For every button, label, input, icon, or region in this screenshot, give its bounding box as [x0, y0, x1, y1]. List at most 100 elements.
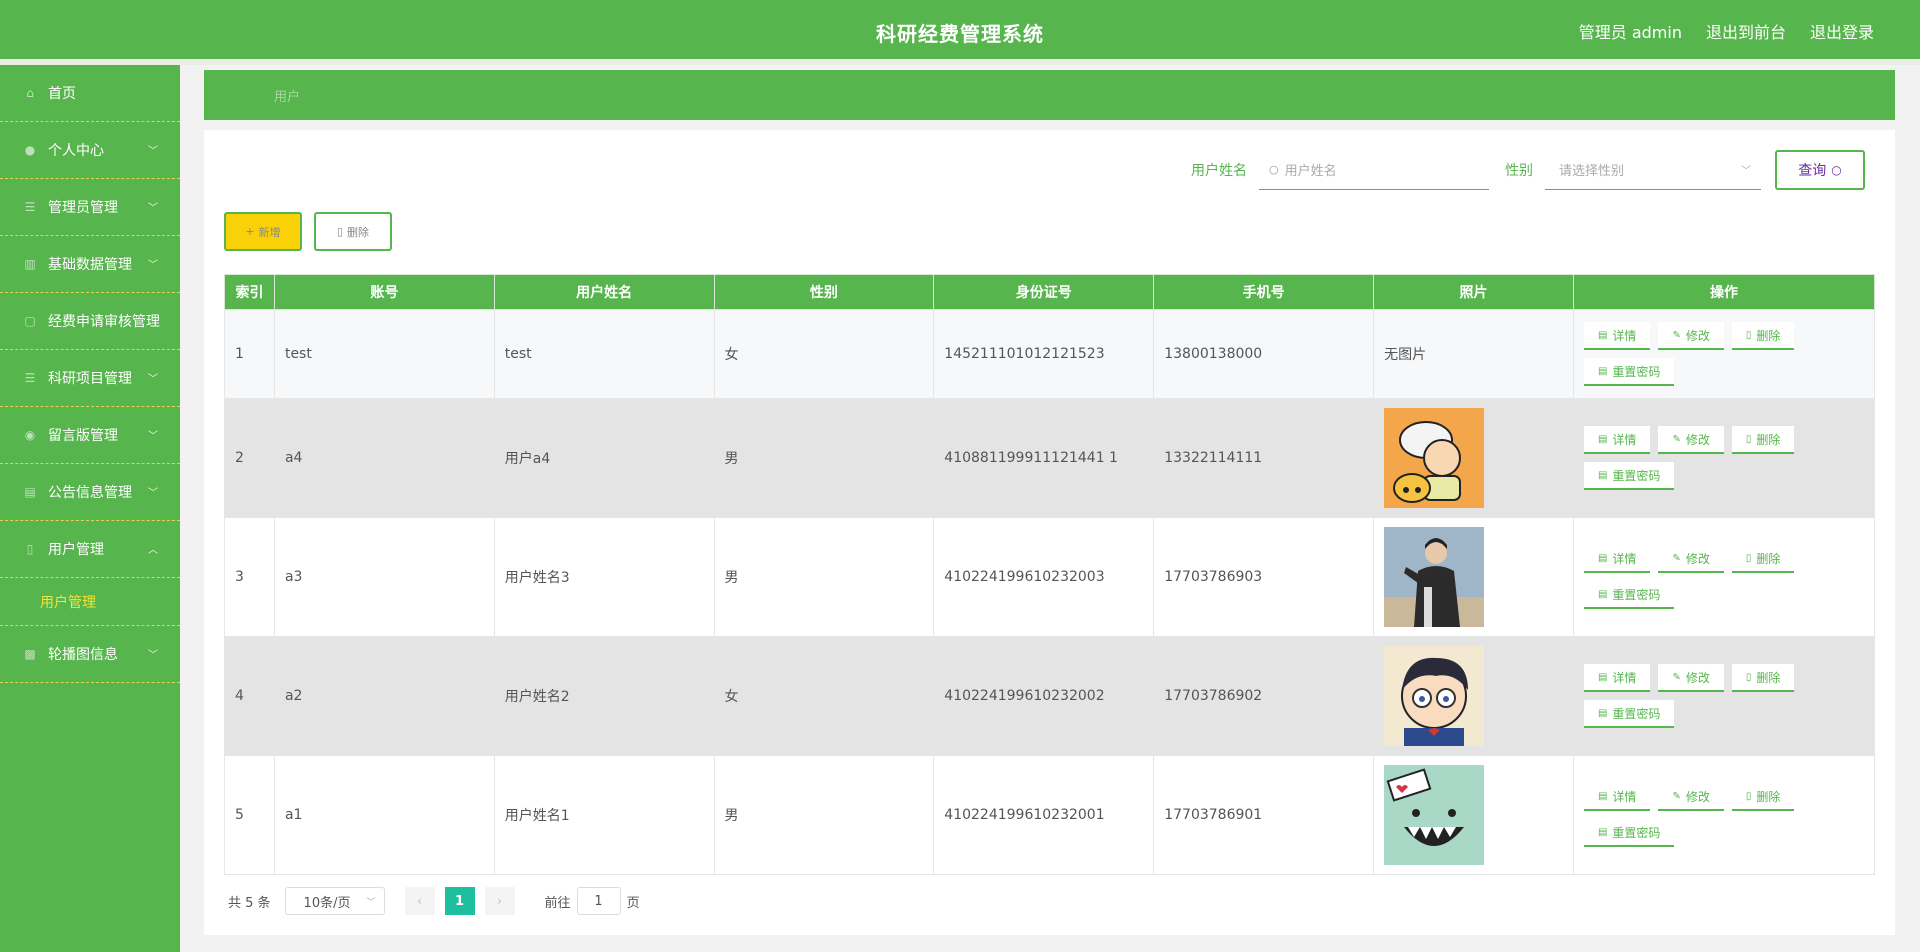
chevron-down-icon: ﹀: [148, 146, 158, 157]
detail-button-label: 详情: [1612, 551, 1637, 566]
sidebar-item-label: 管理员管理: [48, 200, 118, 216]
query-button[interactable]: 查询 ○: [1775, 150, 1865, 190]
cartoon-boy-photo[interactable]: [1384, 408, 1485, 508]
sidebar-item-label: 经费申请审核管理: [48, 314, 160, 330]
sidebar-item-user-management[interactable]: ▯ 用户管理 ︿: [0, 521, 180, 578]
reset-password-button-label: 重置密码: [1612, 468, 1661, 483]
query-button-label: 查询: [1798, 163, 1827, 179]
prev-page-button[interactable]: ‹: [404, 887, 435, 915]
sidebar-item-personal-center[interactable]: ● 个人中心 ﹀: [0, 122, 180, 179]
edit-button[interactable]: ✎ 修改: [1658, 664, 1724, 692]
admin-user-label[interactable]: 管理员 admin: [1579, 19, 1682, 43]
sidebar-item-research-projects[interactable]: ☰ 科研项目管理 ﹀: [0, 350, 180, 407]
name-search-input[interactable]: ○ 用户姓名: [1259, 150, 1489, 190]
detail-button[interactable]: ▤ 详情: [1583, 426, 1651, 454]
cell-actions: ▤ 详情 ✎ 修改 ▯ 删除 ▤ 重置密码: [1572, 636, 1876, 756]
doc-icon: ▤: [1597, 826, 1608, 838]
sidebar-item-home[interactable]: ⌂ 首页: [0, 65, 180, 122]
logout-link[interactable]: 退出登录: [1810, 19, 1874, 43]
delete-button-label: 删除: [347, 225, 370, 239]
row-actions: ▤ 详情 ✎ 修改 ▯ 删除 ▤ 重置密码: [1583, 783, 1824, 847]
cell-index: 3: [224, 517, 275, 637]
chevron-down-icon: ﹀: [148, 650, 158, 661]
sidebar-subitem-user-management[interactable]: 用户管理: [0, 578, 180, 626]
page-number-current[interactable]: 1: [444, 887, 475, 915]
row-delete-button-label: 删除: [1756, 432, 1781, 447]
pencil-icon: ✎: [1672, 790, 1681, 802]
sidebar-item-message-board[interactable]: ◉ 留言版管理 ﹀: [0, 407, 180, 464]
delete-button[interactable]: ▯ 删除: [314, 212, 392, 251]
detail-button[interactable]: ▤ 详情: [1583, 664, 1651, 692]
cell-phone: 17703786901: [1153, 755, 1375, 875]
anime-boy-photo[interactable]: [1384, 646, 1485, 746]
cell-actions: ▤ 详情 ✎ 修改 ▯ 删除 ▤ 重置密码: [1572, 309, 1876, 399]
chevron-down-icon: ﹀: [1741, 166, 1751, 177]
edit-button[interactable]: ✎ 修改: [1658, 545, 1724, 573]
detail-button[interactable]: ▤ 详情: [1583, 322, 1651, 350]
add-button-label: 新增: [258, 225, 281, 239]
row-delete-button[interactable]: ▯ 删除: [1731, 426, 1795, 454]
total-count: 共 5 条: [228, 895, 271, 911]
content-card: 用户姓名 ○ 用户姓名 性别 请选择性别 ﹀ 查询 ○ + 新增 ▯ 删除 索引: [204, 130, 1895, 935]
edit-button[interactable]: ✎ 修改: [1658, 783, 1724, 811]
doc-icon: ▤: [1597, 329, 1608, 341]
detail-button-label: 详情: [1612, 670, 1637, 685]
table-row: 3 a3 用户姓名3 男 410224199610232003 17703786…: [224, 517, 1876, 637]
doc-icon: ▤: [1597, 469, 1608, 481]
user-table: 索引 账号 用户姓名 性别 身份证号 手机号 照片 操作 1 test test…: [224, 274, 1876, 875]
plus-icon: +: [245, 225, 255, 238]
chevron-down-icon: ﹀: [148, 488, 158, 499]
reset-password-button[interactable]: ▤ 重置密码: [1583, 581, 1675, 609]
sidebar-item-basic-data[interactable]: ▥ 基础数据管理 ﹀: [0, 236, 180, 293]
breadcrumb-current: 用户: [274, 90, 301, 105]
reset-password-button-label: 重置密码: [1612, 587, 1661, 602]
chevron-down-icon: ﹀: [148, 374, 158, 385]
person-photo[interactable]: [1384, 527, 1485, 627]
pencil-icon: ✎: [1672, 552, 1681, 564]
add-button[interactable]: + 新增: [224, 212, 302, 251]
sidebar-item-label: 轮播图信息: [48, 647, 118, 663]
edit-button[interactable]: ✎ 修改: [1658, 426, 1724, 454]
detail-button[interactable]: ▤ 详情: [1583, 783, 1651, 811]
home-icon: ⌂: [26, 86, 34, 100]
cell-account: a2: [273, 636, 495, 756]
sidebar-item-announcements[interactable]: ▤ 公告信息管理 ﹀: [0, 464, 180, 521]
gender-select[interactable]: 请选择性别 ﹀: [1545, 150, 1761, 190]
edit-button[interactable]: ✎ 修改: [1658, 322, 1724, 350]
page-size-value: 10条/页: [303, 895, 351, 911]
reset-password-button[interactable]: ▤ 重置密码: [1583, 700, 1675, 728]
chevron-down-icon: ﹀: [148, 260, 158, 271]
row-delete-button-label: 删除: [1756, 789, 1781, 804]
cell-phone: 17703786902: [1153, 636, 1375, 756]
reset-password-button[interactable]: ▤ 重置密码: [1583, 358, 1675, 386]
row-actions: ▤ 详情 ✎ 修改 ▯ 删除 ▤ 重置密码: [1583, 426, 1824, 490]
reset-password-button[interactable]: ▤ 重置密码: [1583, 462, 1675, 490]
header-divider: [0, 59, 1920, 65]
next-page-button[interactable]: ›: [484, 887, 515, 915]
chart-icon: ▥: [24, 257, 36, 271]
cell-index: 2: [224, 398, 275, 518]
trash-icon: ▯: [336, 225, 344, 238]
cell-gender: 女: [713, 636, 935, 756]
exit-to-frontend-link[interactable]: 退出到前台: [1706, 19, 1786, 43]
goto-page-input[interactable]: 1: [576, 887, 621, 915]
row-delete-button[interactable]: ▯ 删除: [1731, 664, 1795, 692]
monster-cartoon-photo[interactable]: [1384, 765, 1485, 865]
detail-button[interactable]: ▤ 详情: [1583, 545, 1651, 573]
page-size-select[interactable]: 10条/页 ﹀: [284, 887, 385, 915]
sidebar-item-admin-management[interactable]: ☰ 管理员管理 ﹀: [0, 179, 180, 236]
sidebar-item-funding-review[interactable]: ▢ 经费申请审核管理: [0, 293, 180, 350]
search-icon: ○: [1269, 163, 1279, 176]
trash-icon: ▯: [1745, 552, 1752, 564]
cell-name: test: [493, 309, 715, 399]
row-delete-button[interactable]: ▯ 删除: [1731, 322, 1795, 350]
header-actions: 管理员 admin 退出到前台 退出登录: [1579, 19, 1874, 43]
cell-gender: 男: [713, 755, 935, 875]
cell-gender: 男: [713, 517, 935, 637]
row-delete-button[interactable]: ▯ 删除: [1731, 783, 1795, 811]
sidebar-item-label: 留言版管理: [48, 428, 118, 444]
sidebar-item-label: 个人中心: [48, 143, 104, 159]
reset-password-button[interactable]: ▤ 重置密码: [1583, 819, 1675, 847]
sidebar-item-carousel[interactable]: ▩ 轮播图信息 ﹀: [0, 626, 180, 683]
row-delete-button[interactable]: ▯ 删除: [1731, 545, 1795, 573]
